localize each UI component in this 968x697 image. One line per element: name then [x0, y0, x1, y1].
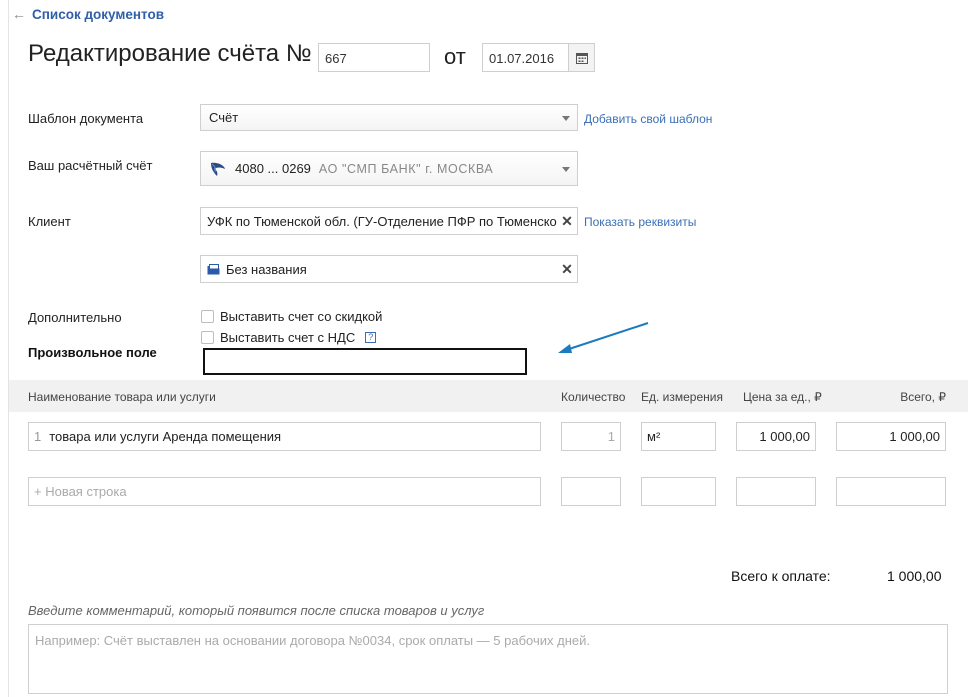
template-select[interactable]: Счёт: [200, 104, 578, 131]
calendar-icon: [575, 52, 588, 64]
vat-option-label: Выставить счет с НДС: [220, 330, 356, 345]
account-bank-name: АО "СМП БАНК" г. МОСКВА: [318, 161, 494, 176]
client-input-value: УФК по Тюменской обл. (ГУ-Отделение ПФР …: [207, 213, 557, 229]
total-value: 1 000,00: [887, 568, 942, 584]
help-icon[interactable]: ?: [365, 332, 377, 343]
bank-logo-icon: [211, 162, 225, 176]
show-details-link[interactable]: Показать реквизиты: [584, 215, 696, 229]
new-row-qty-input[interactable]: [561, 477, 621, 506]
total-label: Всего к оплате:: [731, 568, 831, 584]
clear-icon[interactable]: ✕: [557, 256, 577, 282]
item-total-input[interactable]: 1 000,00: [836, 422, 946, 451]
document-icon: [207, 263, 220, 274]
custom-field-label: Произвольное поле: [28, 345, 157, 360]
client-label: Клиент: [28, 214, 71, 229]
column-header-unit: Ед. измерения: [641, 390, 723, 404]
custom-field-input[interactable]: [203, 348, 527, 375]
item-qty-input[interactable]: 1: [561, 422, 621, 451]
comment-textarea[interactable]: Например: Счёт выставлен на основании до…: [28, 624, 948, 694]
chevron-down-icon: [562, 115, 570, 121]
discount-option-label: Выставить счет со скидкой: [220, 309, 383, 324]
back-arrow-icon: ←: [12, 6, 26, 22]
items-table-header: Наименование товара или услуги Количеств…: [9, 380, 968, 412]
chevron-down-icon: [562, 166, 570, 172]
invoice-date-input[interactable]: 01.07.2016: [482, 43, 570, 72]
item-name-input[interactable]: 1 товара или услуги Аренда помещения: [28, 422, 541, 451]
column-header-name: Наименование товара или услуги: [28, 390, 216, 404]
back-to-documents-link[interactable]: ← Список документов: [12, 6, 164, 22]
discount-checkbox[interactable]: [201, 310, 214, 323]
extra-label: Дополнительно: [28, 310, 122, 325]
client-input[interactable]: УФК по Тюменской обл. (ГУ-Отделение ПФР …: [200, 207, 578, 235]
vat-option[interactable]: Выставить счет с НДС ?: [201, 330, 377, 345]
item-name-value: товара или услуги Аренда помещения: [49, 429, 282, 444]
new-row-total-input[interactable]: [836, 477, 946, 506]
template-select-value: Счёт: [209, 110, 239, 125]
comment-label: Введите комментарий, который появится по…: [28, 603, 485, 618]
back-link-label: Список документов: [32, 6, 164, 22]
page-title: Редактирование счёта №: [28, 40, 312, 67]
column-header-price: Цена за ед., ₽: [743, 390, 822, 404]
clear-icon[interactable]: ✕: [557, 208, 577, 234]
account-label: Ваш расчётный счёт: [28, 158, 153, 173]
contract-input-value: Без названия: [226, 261, 307, 277]
contract-input[interactable]: Без названия ✕: [200, 255, 578, 283]
item-price-input[interactable]: 1 000,00: [736, 422, 816, 451]
template-label: Шаблон документа: [28, 111, 144, 126]
account-number: 4080 ... 0269: [235, 161, 311, 176]
vat-checkbox[interactable]: [201, 331, 214, 344]
column-header-total: Всего, ₽: [900, 390, 946, 404]
new-row-price-input[interactable]: [736, 477, 816, 506]
new-row-unit-input[interactable]: [641, 477, 716, 506]
date-separator-label: от: [444, 44, 466, 69]
add-template-link[interactable]: Добавить свой шаблон: [584, 112, 712, 126]
annotation-arrow-icon: [558, 322, 649, 353]
new-row-input[interactable]: + Новая строка: [28, 477, 541, 506]
left-divider: [8, 0, 9, 697]
invoice-number-input[interactable]: 667: [318, 43, 430, 72]
calendar-button[interactable]: [568, 43, 595, 72]
row-index: 1: [34, 429, 42, 444]
item-unit-input[interactable]: м²: [641, 422, 716, 451]
column-header-qty: Количество: [561, 390, 626, 404]
discount-option[interactable]: Выставить счет со скидкой: [201, 309, 382, 324]
account-select[interactable]: 4080 ... 0269 АО "СМП БАНК" г. МОСКВА: [200, 151, 578, 186]
